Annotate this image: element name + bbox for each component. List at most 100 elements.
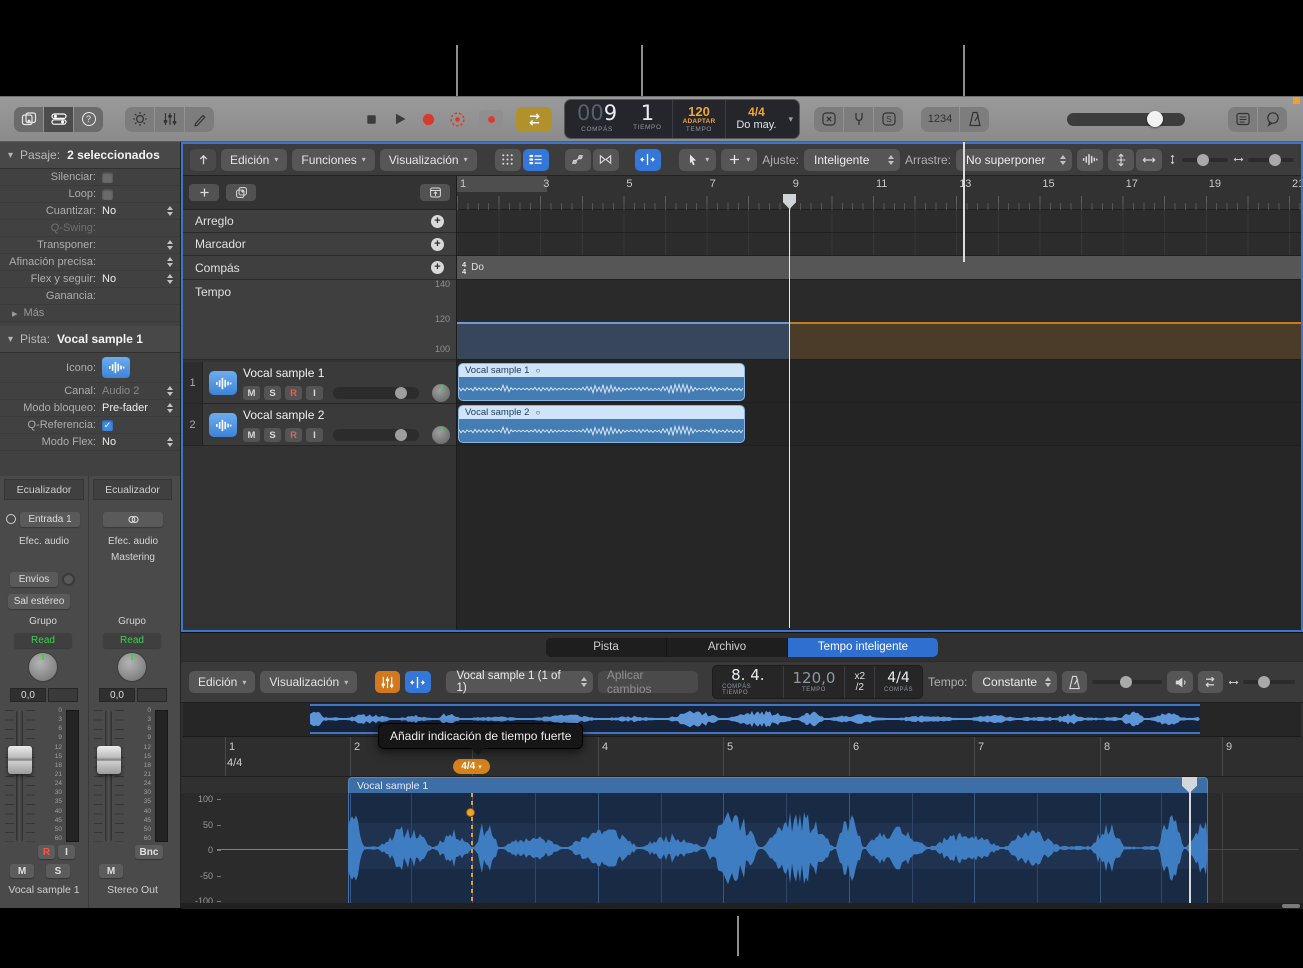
- pan-knob[interactable]: [28, 652, 58, 682]
- automation-mode-button[interactable]: Read: [14, 633, 72, 648]
- global-track-arreglo[interactable]: Arreglo+: [183, 210, 456, 233]
- record-enable-button[interactable]: R: [285, 386, 302, 400]
- input-format-icon[interactable]: [6, 514, 16, 524]
- waveform-zoom-button[interactable]: [1077, 149, 1103, 171]
- editor-scrollbar[interactable]: [181, 903, 1303, 909]
- tuner-button[interactable]: [844, 107, 873, 132]
- menu-funciones[interactable]: Funciones▾: [292, 149, 374, 171]
- marker-lane[interactable]: [457, 233, 1301, 256]
- automation-button[interactable]: [565, 149, 591, 171]
- input-monitor-button[interactable]: I: [306, 386, 323, 400]
- mute-button[interactable]: M: [243, 386, 260, 400]
- track-name[interactable]: Vocal sample 2: [243, 408, 456, 422]
- notes-button[interactable]: [1258, 107, 1287, 132]
- track-header-options-button[interactable]: [420, 184, 450, 201]
- record-enable-button[interactable]: R: [38, 845, 55, 859]
- track-header-1[interactable]: 1 Vocal sample 1 M S R I: [183, 362, 456, 404]
- menu-visualizacion[interactable]: Visualización▾: [380, 149, 477, 171]
- region-selector-popup[interactable]: Vocal sample 1 (1 of 1): [446, 671, 592, 693]
- send-knob[interactable]: [62, 573, 75, 586]
- input-monitor-button[interactable]: I: [306, 428, 323, 442]
- audio-region-vocal-sample-2[interactable]: Vocal sample 2○: [458, 405, 745, 443]
- automation-mode-button[interactable]: Read: [103, 633, 161, 648]
- record-enable-button[interactable]: R: [285, 428, 302, 442]
- editor-bar-ruler[interactable]: 123456789 4/4 4/4▾: [181, 737, 1303, 777]
- stop-button[interactable]: [364, 112, 379, 127]
- editor-waveform-panel[interactable]: 100500-50-100: [181, 793, 1303, 903]
- downbeat-marker-handle[interactable]: [466, 808, 475, 817]
- metronome-button[interactable]: [960, 107, 989, 132]
- add-marker-icon[interactable]: +: [431, 238, 444, 251]
- track-name[interactable]: Vocal sample 1: [243, 366, 456, 380]
- editor-menu-visualizacion[interactable]: Visualización▾: [260, 671, 357, 693]
- record-button[interactable]: [421, 112, 436, 127]
- audio-fx-slot[interactable]: Efec. audio: [103, 534, 163, 549]
- smart-controls-button[interactable]: [125, 107, 154, 132]
- track-icon-button[interactable]: [102, 357, 130, 378]
- discard-recording-button[interactable]: [814, 107, 843, 132]
- mute-button[interactable]: M: [10, 864, 34, 878]
- replace-record-button[interactable]: [479, 110, 503, 128]
- eq-display[interactable]: Ecualizador: [4, 479, 84, 500]
- editor-lcd[interactable]: 8. 4. COMPÁS TIEMPO 120,0 TEMPO x2 /2 4/…: [712, 665, 923, 699]
- editor-hzoom-slider[interactable]: [1228, 677, 1295, 688]
- playhead[interactable]: [789, 194, 790, 628]
- horizontal-auto-zoom-button[interactable]: [1136, 149, 1162, 171]
- track-volume-slider[interactable]: [333, 429, 419, 441]
- list-editors-button[interactable]: [1228, 107, 1257, 132]
- region-inspector-header[interactable]: ▾ Pasaje: 2 seleccionados: [0, 142, 180, 169]
- global-track-marcador[interactable]: Marcador+: [183, 233, 456, 256]
- param-row-flex-follow[interactable]: Flex y seguir:No: [0, 271, 180, 288]
- library-button[interactable]: [14, 107, 43, 132]
- stepper-icon[interactable]: [167, 386, 173, 396]
- solo-mode-button[interactable]: [874, 107, 903, 132]
- solo-button[interactable]: S: [264, 428, 281, 442]
- metronome-volume-slider[interactable]: [1092, 680, 1162, 684]
- hide-editor-button[interactable]: [190, 149, 216, 171]
- param-row-loop[interactable]: Loop:: [0, 186, 180, 203]
- inspector-toggle-button[interactable]: [44, 107, 73, 132]
- editor-overview-strip[interactable]: [183, 703, 1301, 737]
- volume-fader[interactable]: 03691215182124303540455060: [0, 710, 88, 842]
- capture-recording-button[interactable]: [449, 111, 466, 128]
- grid-view-button[interactable]: [495, 149, 521, 171]
- channel-strip-name[interactable]: Vocal sample 1: [0, 884, 88, 896]
- track-header-2[interactable]: 2 Vocal sample 2 M S R I: [183, 404, 456, 446]
- tempo-segment-blue[interactable]: [457, 322, 789, 359]
- arrangement-lane[interactable]: [457, 210, 1301, 233]
- input-slot[interactable]: Entrada 1: [20, 512, 80, 527]
- bounce-button[interactable]: Bnc: [135, 845, 163, 859]
- editors-button[interactable]: [185, 107, 214, 132]
- vertical-zoom-slider[interactable]: [1167, 154, 1228, 165]
- channel-param-row[interactable]: Canal: Audio 2: [0, 383, 180, 400]
- editor-menu-edicion[interactable]: Edición▾: [189, 671, 255, 693]
- quick-help-button[interactable]: ?: [74, 107, 103, 132]
- preview-volume-button[interactable]: [1167, 671, 1192, 693]
- input-monitor-button[interactable]: I: [58, 845, 75, 859]
- lcd-chevron-icon[interactable]: ▾: [786, 100, 799, 138]
- mastering-slot[interactable]: Mastering: [103, 550, 163, 565]
- flex-mode-param-row[interactable]: Modo Flex: No: [0, 434, 180, 451]
- count-in-button[interactable]: 1234: [921, 107, 959, 132]
- mute-checkbox[interactable]: [102, 172, 113, 183]
- add-track-button[interactable]: [189, 184, 219, 201]
- audio-fx-slot[interactable]: Efec. audio: [14, 534, 74, 549]
- volume-fader[interactable]: 03691215182124303540455060: [89, 710, 177, 842]
- group-slot[interactable]: Grupo: [14, 614, 72, 629]
- menu-edicion[interactable]: Edición▾: [221, 149, 287, 171]
- editor-playhead[interactable]: [1189, 777, 1191, 903]
- global-track-compas[interactable]: Compás+: [183, 256, 456, 280]
- solo-button[interactable]: S: [46, 864, 70, 878]
- tempo-mode-popup[interactable]: Constante: [972, 671, 1057, 693]
- q-reference-checkbox[interactable]: ✓: [102, 420, 113, 431]
- eq-display[interactable]: Ecualizador: [93, 479, 172, 500]
- stepper-icon[interactable]: [167, 257, 173, 267]
- mixer-button[interactable]: [155, 107, 184, 132]
- fader-cap[interactable]: [97, 746, 121, 774]
- stepper-icon[interactable]: [167, 437, 173, 447]
- editor-metronome-button[interactable]: [1062, 671, 1087, 693]
- lock-mode-param-row[interactable]: Modo bloqueo: Pre-fader: [0, 400, 180, 417]
- pointer-tool-button[interactable]: ▾: [679, 149, 716, 171]
- stepper-icon[interactable]: [167, 206, 173, 216]
- stepper-icon[interactable]: [167, 403, 173, 413]
